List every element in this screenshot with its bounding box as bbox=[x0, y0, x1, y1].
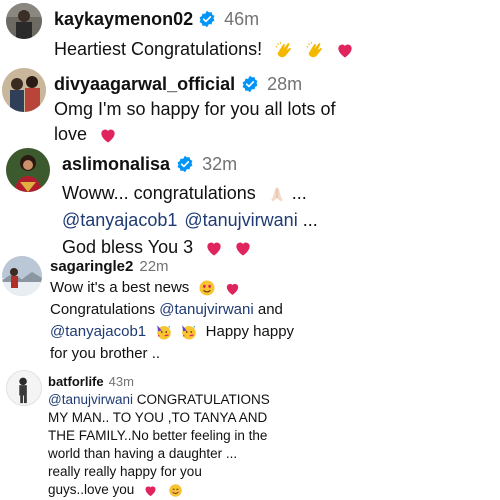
comment-line: MY MAN.. TO YOU ,TO TANYA AND bbox=[48, 410, 268, 425]
timestamp: 43m bbox=[108, 373, 134, 389]
timestamp: 28m bbox=[267, 73, 303, 94]
mention-link[interactable]: @tanujvirwani bbox=[48, 392, 133, 407]
verified-badge-icon bbox=[198, 10, 216, 28]
comment-line: THE FAMILY..No better feeling in the bbox=[48, 428, 268, 443]
comment-text: @tanujvirwani CONGRATULATIONS MY MAN.. T… bbox=[48, 391, 494, 499]
comment-line: @tanyajacob1 Happy happy bbox=[50, 323, 295, 341]
avatar-image bbox=[2, 256, 42, 296]
comment-line: world than having a daughter ... bbox=[48, 446, 238, 461]
comment-line: guys..love you bbox=[48, 481, 494, 499]
comment-aslimonalisa: aslimonalisa 32m Woww... congratulations… bbox=[0, 144, 500, 257]
partying-face-icon bbox=[155, 323, 173, 341]
comment-line: Woww... congratulations ... bbox=[62, 183, 307, 204]
red-heart-icon bbox=[335, 40, 355, 60]
red-heart-icon bbox=[143, 483, 158, 498]
comment-text: Heartiest Congratulations! bbox=[54, 36, 494, 62]
comment-divyaagarwal-official: divyaagarwal_official 28m Omg I'm so hap… bbox=[0, 64, 500, 144]
timestamp: 46m bbox=[224, 8, 260, 29]
comment-line: @tanujvirwani CONGRATULATIONS bbox=[48, 392, 270, 407]
comment-line: really really happy for you bbox=[48, 464, 202, 479]
mention-link[interactable]: @tanujvirwani bbox=[184, 210, 297, 230]
avatar-image bbox=[6, 3, 42, 39]
verified-badge-icon bbox=[241, 75, 259, 93]
username[interactable]: divyaagarwal_official bbox=[54, 74, 235, 95]
comments-feed: kaykaymenon02 46m Heartiest Congratulati… bbox=[0, 0, 500, 500]
avatar[interactable] bbox=[2, 256, 42, 296]
folded-hands-icon bbox=[267, 184, 287, 204]
username[interactable]: aslimonalisa bbox=[62, 154, 170, 175]
smiling-face-icon bbox=[168, 483, 183, 498]
verified-badge-icon bbox=[176, 155, 194, 173]
username[interactable]: batforlife bbox=[48, 374, 104, 389]
comment-line: @tanyajacob1 @tanujvirwani ... bbox=[62, 210, 318, 230]
mention-link[interactable]: @tanujvirwani bbox=[159, 301, 253, 318]
username[interactable]: sagaringle2 bbox=[50, 258, 133, 275]
red-heart-icon bbox=[224, 280, 241, 297]
avatar[interactable] bbox=[2, 68, 46, 112]
red-heart-icon bbox=[98, 125, 118, 145]
comment-text: Wow it's a best news Congratulations @ta… bbox=[50, 277, 494, 365]
timestamp: 22m bbox=[139, 257, 169, 275]
mention-link[interactable]: @tanyajacob1 bbox=[62, 210, 177, 230]
clapping-hands-icon bbox=[304, 39, 326, 61]
timestamp: 32m bbox=[202, 153, 238, 174]
comment-line: Congratulations @tanujvirwani and bbox=[50, 301, 283, 318]
avatar[interactable] bbox=[6, 370, 42, 406]
comment-line: for you brother .. bbox=[50, 345, 161, 362]
avatar-image bbox=[2, 68, 46, 112]
mention-link[interactable]: @tanyajacob1 bbox=[50, 323, 146, 340]
username[interactable]: kaykaymenon02 bbox=[54, 9, 193, 30]
comment-sagaringle2: sagaringle2 22m Wow it's a best news Con… bbox=[0, 252, 500, 364]
avatar[interactable] bbox=[6, 148, 50, 192]
comment-kaykaymenon02: kaykaymenon02 46m Heartiest Congratulati… bbox=[0, 0, 500, 64]
clapping-hands-icon bbox=[273, 39, 295, 61]
avatar[interactable] bbox=[6, 3, 42, 39]
comment-line: Omg I'm so happy for you all lots of bbox=[54, 99, 336, 119]
heart-eyes-icon bbox=[198, 279, 216, 297]
comment-text: Omg I'm so happy for you all lots of lov… bbox=[54, 97, 494, 147]
comment-batforlife: batforlife 43m @tanujvirwani CONGRATULAT… bbox=[0, 366, 500, 500]
comment-text: Woww... congratulations ... @tanyajacob1… bbox=[62, 180, 494, 261]
partying-face-icon bbox=[180, 323, 198, 341]
avatar-image bbox=[6, 148, 50, 192]
comment-line: Wow it's a best news bbox=[50, 277, 494, 299]
avatar-image bbox=[7, 371, 41, 405]
